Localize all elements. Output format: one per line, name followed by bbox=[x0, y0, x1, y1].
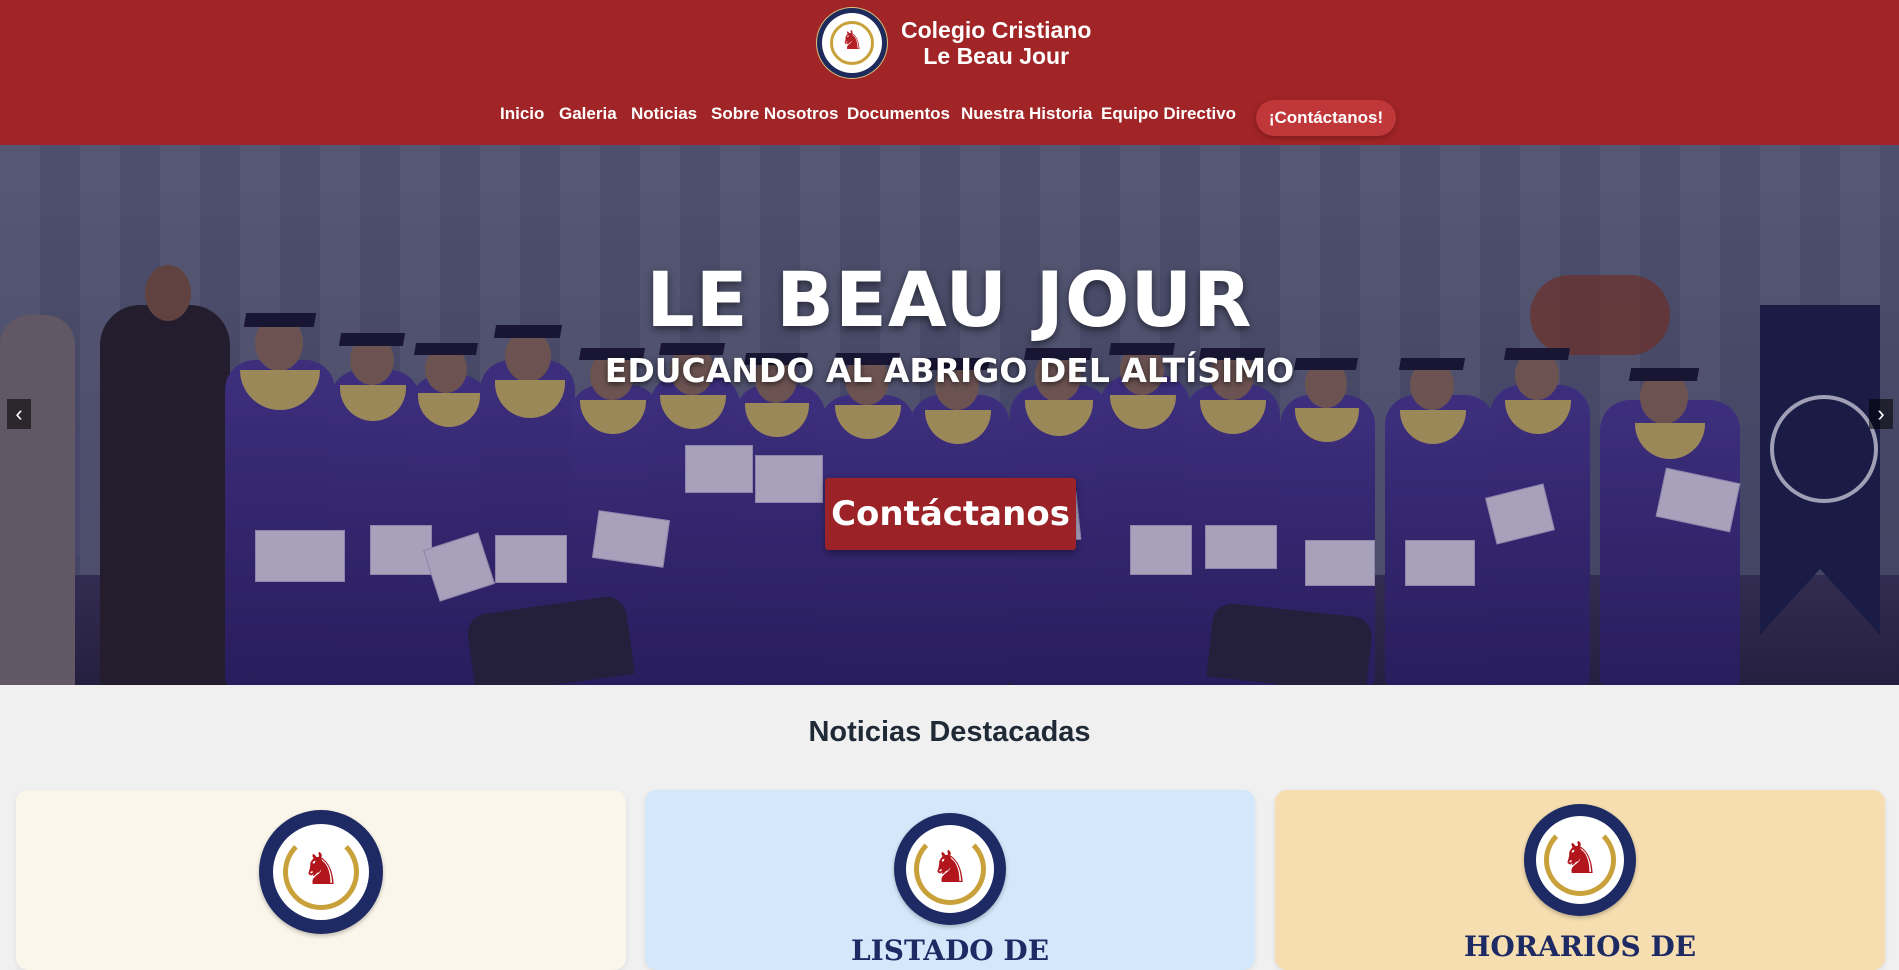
news-card[interactable]: ♞ bbox=[16, 790, 626, 970]
hero-subtitle: EDUCANDO AL ABRIGO DEL ALTÍSIMO bbox=[604, 351, 1295, 390]
hero-contact-button[interactable]: Contáctanos bbox=[825, 478, 1076, 550]
section-title: Noticias Destacadas bbox=[808, 716, 1091, 748]
school-seal-icon: ♞ bbox=[1524, 804, 1636, 916]
school-seal-icon: ♞ bbox=[259, 810, 383, 934]
nav-item-inicio[interactable]: Inicio bbox=[500, 104, 544, 124]
brand-name[interactable]: Colegio Cristiano Le Beau Jour bbox=[901, 17, 1091, 69]
main-nav: Inicio Galeria Noticias Sobre Nosotros D… bbox=[0, 100, 1899, 136]
nav-item-equipo-directivo[interactable]: Equipo Directivo bbox=[1101, 104, 1236, 124]
school-crest-icon[interactable]: ♞ bbox=[817, 8, 887, 78]
brand[interactable]: ♞ Colegio Cristiano Le Beau Jour bbox=[817, 6, 1091, 80]
chevron-left-icon[interactable]: ‹ bbox=[7, 399, 31, 429]
nav-item-noticias[interactable]: Noticias bbox=[631, 104, 697, 124]
site-header: ♞ Colegio Cristiano Le Beau Jour Inicio … bbox=[0, 0, 1899, 145]
brand-line-1: Colegio Cristiano bbox=[901, 17, 1092, 43]
nav-item-galeria[interactable]: Galeria bbox=[559, 104, 617, 124]
hero-title: LE BEAU JOUR bbox=[646, 255, 1253, 344]
nav-item-sobre-nosotros[interactable]: Sobre Nosotros bbox=[711, 104, 839, 124]
news-card[interactable]: ♞ HORARIOS DE bbox=[1275, 790, 1885, 970]
nav-item-nuestra-historia[interactable]: Nuestra Historia bbox=[961, 104, 1092, 124]
chevron-right-icon[interactable]: › bbox=[1869, 399, 1893, 429]
hero-carousel: LE BEAU JOUR EDUCANDO AL ABRIGO DEL ALTÍ… bbox=[0, 145, 1899, 685]
school-seal-icon: ♞ bbox=[894, 813, 1006, 925]
news-card-heading: LISTADO DE bbox=[850, 934, 1050, 967]
brand-line-2: Le Beau Jour bbox=[923, 43, 1070, 69]
nav-item-documentos[interactable]: Documentos bbox=[847, 104, 950, 124]
contact-cta-button[interactable]: ¡Contáctanos! bbox=[1256, 100, 1396, 136]
news-card[interactable]: ♞ LISTADO DE bbox=[645, 790, 1255, 970]
